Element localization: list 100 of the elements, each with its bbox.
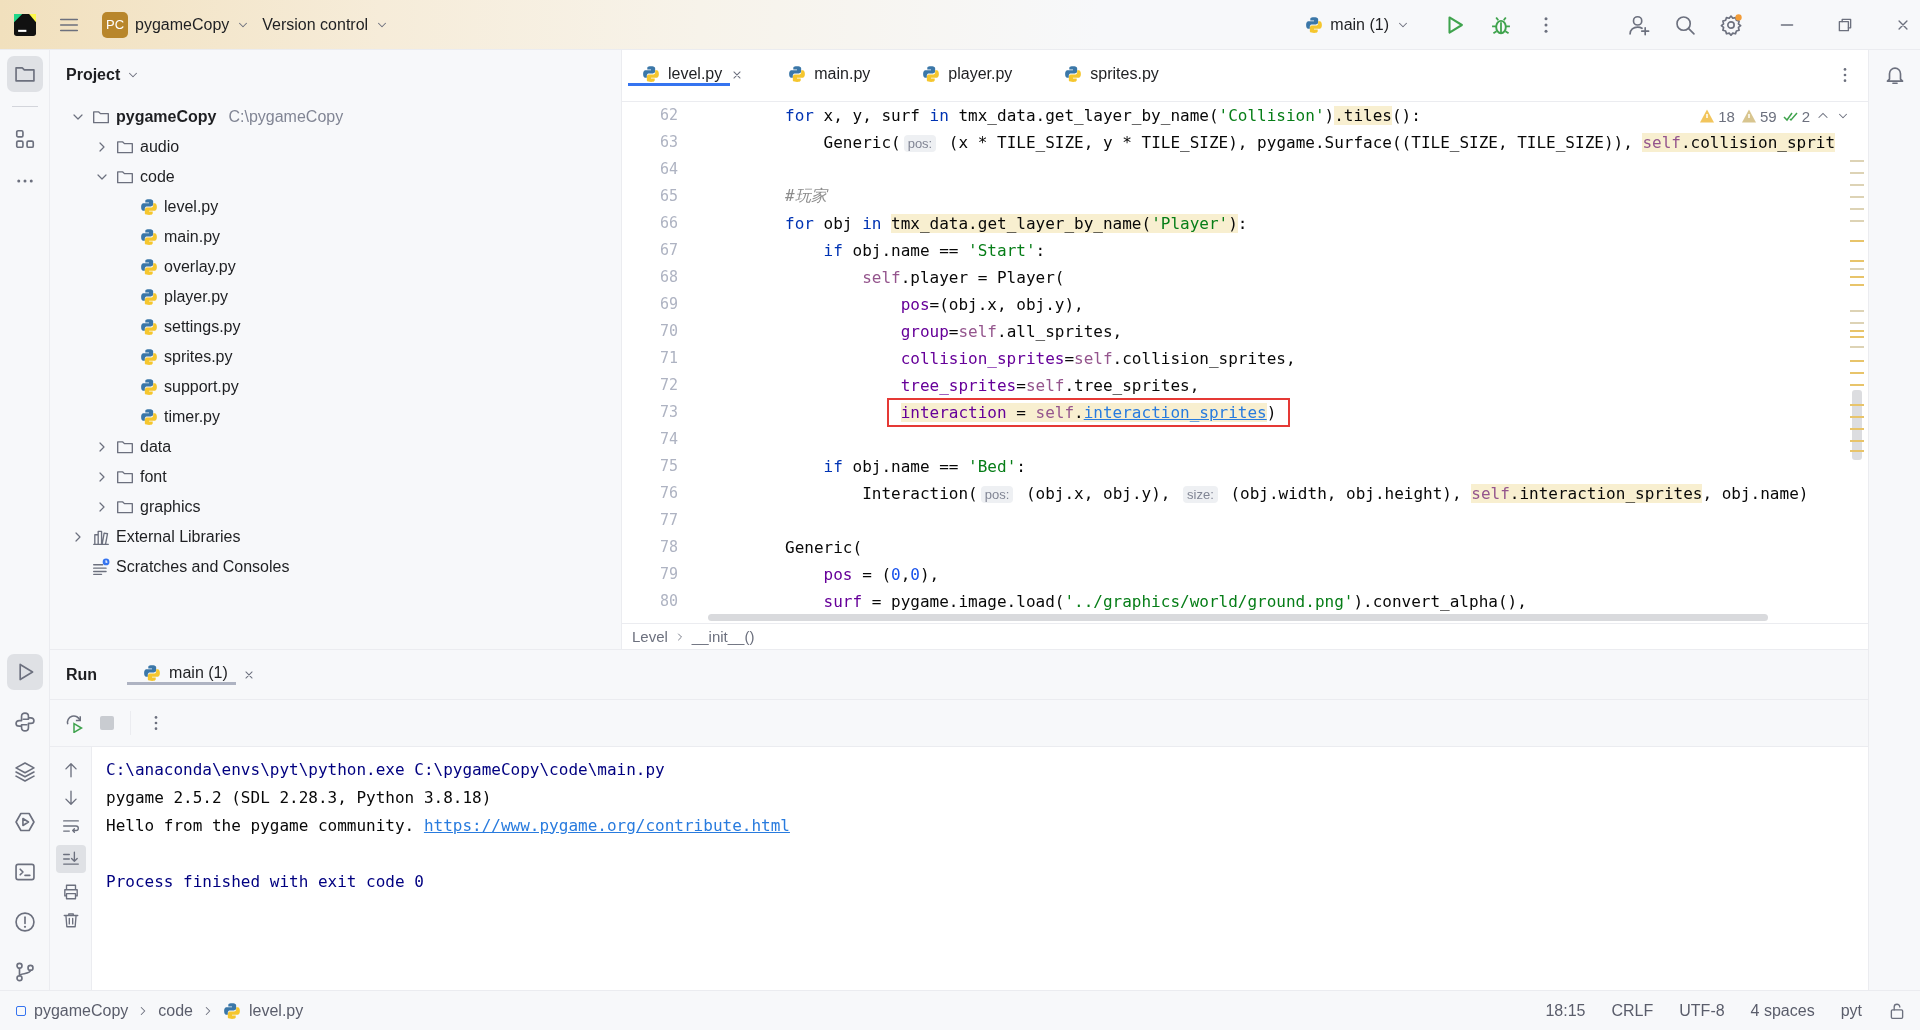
folder-icon [116, 138, 134, 156]
tree-item[interactable]: overlay.py [164, 258, 236, 276]
delete-icon[interactable] [61, 911, 80, 929]
python-icon [1305, 15, 1324, 34]
code-line: surf = pygame.image.load('../graphics/world/ground.png').convert_alpha(), [822, 591, 1527, 611]
code-line: #玩家 [784, 185, 827, 207]
tree-item[interactable]: support.py [164, 378, 239, 396]
python-file-icon [143, 664, 162, 682]
folder-icon [116, 468, 134, 486]
project-icon [16, 1005, 26, 1016]
editor-tab[interactable]: sprites.py [1050, 64, 1167, 86]
python-file-icon [140, 348, 158, 366]
services-icon [13, 811, 36, 833]
line-number: 67 [658, 241, 679, 260]
panel-title[interactable]: Project [66, 66, 121, 84]
tree-item[interactable]: sprites.py [164, 348, 233, 366]
print-icon[interactable] [61, 883, 80, 901]
console-line: Hello from the pygame community. https://www.pygame.org/contribute.html [106, 814, 791, 837]
folder-icon [116, 438, 134, 456]
warning-count[interactable]: 18 [1718, 107, 1735, 125]
code-line: for x, y, surf in tmx_data.get_layer_by_name('Collision').tiles(): [784, 105, 1421, 125]
python-file-icon [140, 288, 158, 306]
soft-wrap-icon[interactable] [61, 817, 80, 835]
rerun-icon[interactable] [64, 713, 84, 733]
libraries-icon [92, 528, 110, 546]
add-user-icon[interactable] [1628, 13, 1650, 36]
layers-icon [13, 761, 36, 783]
tree-item[interactable]: audio [140, 138, 180, 156]
run-tab[interactable]: main (1) [127, 664, 236, 685]
problems-icon [13, 911, 36, 933]
folder-icon [116, 498, 134, 516]
status-item[interactable]: 4 spaces [1750, 1001, 1815, 1020]
tree-item[interactable]: settings.py [164, 318, 241, 336]
scroll-to-end-icon [61, 850, 80, 868]
line-number: 70 [658, 322, 679, 341]
console-link[interactable]: https://www.pygame.org/contribute.html [423, 815, 790, 835]
version-control-menu[interactable]: Version control [256, 11, 396, 38]
code-line: group=self.all_sprites, [899, 321, 1123, 341]
line-number: 62 [658, 106, 679, 125]
status-item[interactable]: UTF-8 [1679, 1001, 1725, 1020]
tree-item[interactable]: code [140, 168, 175, 186]
python-file-icon [140, 318, 158, 336]
line-number: 64 [658, 160, 679, 179]
tree-item[interactable]: data [140, 438, 172, 456]
python-file-icon [642, 64, 660, 83]
breadcrumb-item[interactable]: code [158, 1001, 193, 1020]
line-number: 79 [658, 565, 679, 584]
structure-icon [13, 128, 36, 150]
tree-item[interactable]: main.py [164, 228, 221, 246]
status-item[interactable]: CRLF [1611, 1001, 1654, 1020]
settings-icon[interactable] [1720, 13, 1742, 36]
line-number: 65 [658, 187, 679, 206]
run-tool-button[interactable] [6, 654, 43, 690]
tree-item[interactable]: timer.py [164, 408, 220, 426]
console-line: Process finished with exit code 0 [106, 870, 425, 893]
project-badge: PC [102, 11, 128, 38]
horizontal-scrollbar[interactable] [708, 614, 1768, 622]
python-file-icon [1064, 64, 1083, 83]
python-file-icon [140, 198, 158, 216]
tree-item[interactable]: player.py [164, 288, 229, 306]
code-line: pos = (0,0), [822, 564, 940, 584]
tree-item[interactable]: Scratches and Consoles [116, 558, 290, 576]
line-number: 77 [658, 511, 679, 530]
line-number: 66 [658, 214, 679, 233]
breadcrumb-item[interactable]: pygameCopy [34, 1001, 129, 1020]
tree-item[interactable]: font [140, 468, 167, 486]
status-item[interactable]: 18:15 [1545, 1001, 1586, 1020]
tree-item[interactable]: level.py [164, 198, 219, 216]
code-line: pos=(obj.x, obj.y), [899, 294, 1084, 314]
breadcrumb-item[interactable]: __init__() [691, 628, 755, 646]
line-number: 75 [658, 457, 679, 476]
project-tool-button[interactable] [6, 56, 43, 92]
line-number: 71 [658, 349, 679, 368]
tree-item[interactable]: graphics [140, 498, 201, 516]
tree-item[interactable]: pygameCopy [116, 108, 217, 126]
run-configuration-selector[interactable]: main (1) [1299, 11, 1416, 38]
editor-tab[interactable]: main.py [774, 64, 879, 86]
status-item[interactable]: pyt [1840, 1001, 1862, 1020]
code-line: collision_sprites=self.collision_sprites, [899, 348, 1296, 368]
line-number: 78 [658, 538, 679, 557]
search-icon[interactable] [1674, 13, 1696, 36]
line-number: 72 [658, 376, 679, 395]
passed-count[interactable]: 2 [1801, 107, 1810, 125]
editor-tab[interactable]: level.py [628, 64, 731, 86]
breadcrumb-item[interactable]: level.py [249, 1001, 304, 1020]
tree-item[interactable]: External Libraries [116, 528, 241, 546]
line-number: 74 [658, 430, 679, 449]
project-name[interactable]: pygameCopy [135, 15, 230, 34]
code-line: if obj.name == 'Start': [822, 240, 1046, 260]
code-line: tree_sprites=self.tree_sprites, [899, 375, 1200, 395]
line-number: 68 [658, 268, 679, 287]
scroll-to-end-button[interactable] [55, 845, 86, 873]
lock-icon[interactable] [1888, 1001, 1906, 1020]
highlighted-code: interaction = self.interaction_sprites) [886, 397, 1291, 427]
breadcrumb-item[interactable]: Level [632, 628, 668, 646]
python-file-icon [140, 258, 158, 276]
weak-warning-count[interactable]: 59 [1759, 107, 1777, 125]
folder-icon [92, 108, 110, 126]
editor-tab[interactable]: player.py [908, 64, 1021, 86]
line-number: 73 [658, 403, 679, 422]
